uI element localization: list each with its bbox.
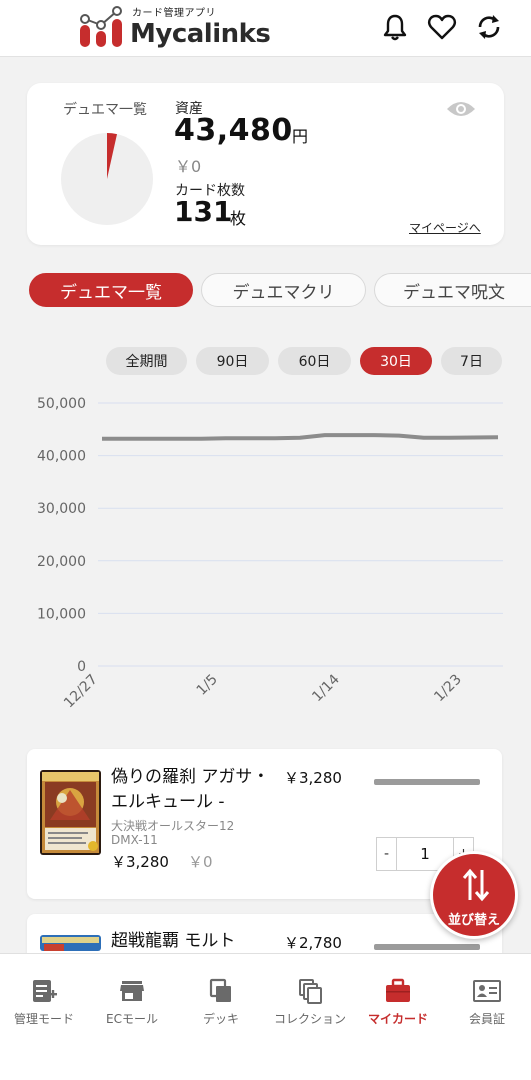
logo-mark-icon bbox=[80, 6, 122, 47]
card-price-change: ￥0 bbox=[188, 853, 213, 871]
x-tick-label: 1/23 bbox=[431, 672, 465, 706]
bell-icon[interactable] bbox=[380, 12, 410, 42]
nav-member-card[interactable]: 会員証 bbox=[443, 954, 531, 1044]
period-90d[interactable]: 90日 bbox=[196, 347, 269, 375]
nav-manage-mode[interactable]: 管理モード bbox=[0, 954, 88, 1044]
nav-label: 会員証 bbox=[468, 1012, 505, 1026]
nav-label: コレクション bbox=[273, 1012, 346, 1026]
y-tick-label: 10,000 bbox=[37, 606, 86, 622]
card-thumbnail bbox=[40, 770, 101, 855]
period-7d[interactable]: 7日 bbox=[441, 347, 502, 375]
nav-collection[interactable]: コレクション bbox=[266, 954, 354, 1044]
period-30d[interactable]: 30日 bbox=[360, 347, 432, 375]
deck-icon bbox=[209, 978, 231, 1002]
y-tick-label: 0 bbox=[77, 659, 86, 675]
x-tick-label: 1/14 bbox=[309, 671, 343, 705]
card-price-sparkline bbox=[374, 779, 480, 785]
app-header: カード管理アプリ Mycalinks bbox=[0, 0, 531, 57]
tab-duema-list[interactable]: デュエマ一覧 bbox=[29, 273, 193, 307]
nav-label: 管理モード bbox=[13, 1012, 74, 1026]
asset-unit: 円 bbox=[292, 127, 309, 146]
asset-summary-card: デュエマ一覧 資産 43,480 円 ￥0 カード枚数 131 枚 マイページへ bbox=[27, 83, 504, 245]
collection-pie-chart bbox=[61, 133, 153, 225]
y-tick-label: 40,000 bbox=[37, 449, 86, 465]
card-thumbnail bbox=[40, 935, 101, 951]
card-code: DMX-11 bbox=[111, 833, 158, 847]
collection-icon bbox=[299, 979, 322, 1004]
nav-deck[interactable]: デッキ bbox=[177, 954, 265, 1044]
bottom-navigation: 管理モード ECモール デッキ コレクション マイカード 会員証 bbox=[0, 953, 531, 1080]
x-tick-label: 1/5 bbox=[194, 672, 221, 699]
nav-label: デッキ bbox=[202, 1012, 239, 1026]
app-logo[interactable]: カード管理アプリ Mycalinks bbox=[80, 4, 271, 50]
collection-label: デュエマ一覧 bbox=[63, 102, 147, 118]
card-list-item[interactable]: 偽りの羅刹 アガサ・エルキュール - ￥3,280 大決戦オールスター12 DM… bbox=[27, 749, 502, 899]
period-60d[interactable]: 60日 bbox=[278, 347, 351, 375]
mypage-link[interactable]: マイページへ bbox=[409, 219, 481, 236]
tab-duema-creature[interactable]: デュエマクリ bbox=[201, 273, 366, 307]
period-all[interactable]: 全期間 bbox=[106, 347, 187, 375]
asset-change: ￥0 bbox=[175, 157, 202, 176]
card-name: 超戦龍覇 モルト bbox=[111, 931, 236, 951]
card-count-value: 131 bbox=[174, 195, 233, 228]
nav-ec-mall[interactable]: ECモール bbox=[88, 954, 176, 1044]
sort-button[interactable]: 並び替え bbox=[430, 851, 518, 939]
card-price-sparkline bbox=[374, 944, 480, 950]
x-tick-label: 12/27 bbox=[61, 672, 101, 712]
y-tick-label: 20,000 bbox=[37, 554, 86, 570]
card-name: 偽りの羅刹 アガサ・エルキュール - bbox=[111, 767, 270, 812]
series-line bbox=[102, 433, 499, 441]
card-set: 大決戦オールスター12 bbox=[111, 819, 235, 833]
logo-title: Mycalinks bbox=[130, 19, 271, 49]
heart-icon[interactable] bbox=[427, 12, 457, 42]
nav-label: ECモール bbox=[106, 1012, 158, 1026]
sort-arrows-icon bbox=[462, 868, 490, 902]
card-subtotal: ￥3,280 bbox=[111, 853, 169, 871]
eye-icon[interactable] bbox=[446, 99, 476, 119]
y-tick-label: 50,000 bbox=[37, 396, 86, 412]
member-card-icon bbox=[473, 980, 501, 1002]
y-tick-label: 30,000 bbox=[37, 501, 86, 517]
manage-icon bbox=[33, 980, 57, 1002]
quantity-decrement-button[interactable]: - bbox=[377, 838, 397, 870]
sort-button-label: 並び替え bbox=[447, 913, 500, 928]
asset-value: 43,480 bbox=[174, 113, 293, 148]
store-icon bbox=[120, 981, 144, 1001]
card-count-unit: 枚 bbox=[230, 209, 247, 228]
nav-my-card[interactable]: マイカード bbox=[354, 954, 442, 1044]
card-price: ￥3,280 bbox=[284, 769, 342, 787]
card-price: ￥2,780 bbox=[284, 934, 342, 952]
tab-duema-spell[interactable]: デュエマ呪文 bbox=[374, 273, 531, 307]
briefcase-icon bbox=[386, 978, 410, 1002]
asset-line-chart: 0 10,000 20,000 30,000 40,000 50,000 12/27 1/5 1… bbox=[37, 396, 503, 712]
sync-icon[interactable] bbox=[474, 12, 504, 42]
nav-label: マイカード bbox=[367, 1012, 428, 1026]
